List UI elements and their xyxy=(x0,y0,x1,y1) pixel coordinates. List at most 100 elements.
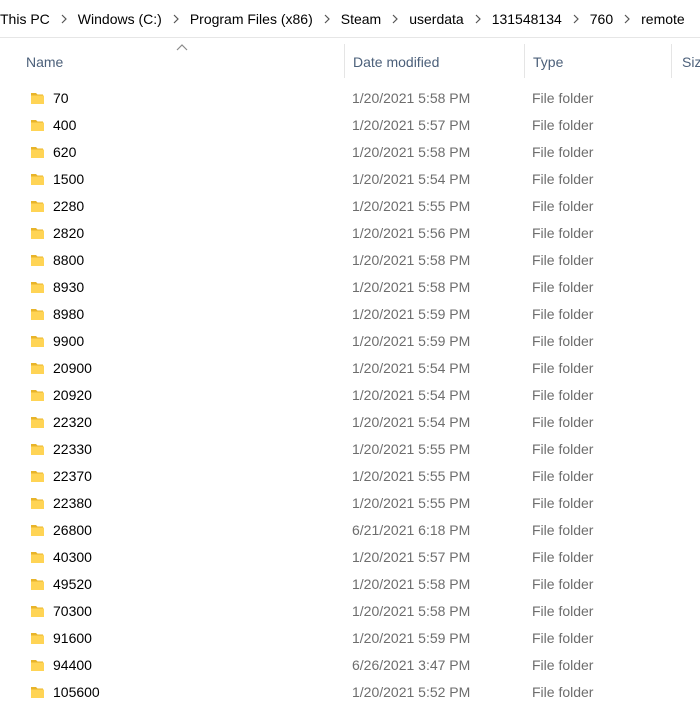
column-header-type-label: Type xyxy=(533,54,564,70)
file-row[interactable]: 8980 1/20/2021 5:59 PM File folder xyxy=(0,302,700,329)
file-row[interactable]: 22330 1/20/2021 5:55 PM File folder xyxy=(0,437,700,464)
file-row[interactable]: 8930 1/20/2021 5:58 PM File folder xyxy=(0,275,700,302)
file-date-modified: 1/20/2021 5:55 PM xyxy=(352,468,471,484)
folder-icon xyxy=(30,118,46,132)
file-row[interactable]: 22370 1/20/2021 5:55 PM File folder xyxy=(0,464,700,491)
file-date-modified: 1/20/2021 5:54 PM xyxy=(352,360,471,376)
column-header-date-label: Date modified xyxy=(353,54,440,70)
file-name: 49520 xyxy=(53,576,92,592)
file-row[interactable]: 94400 6/26/2021 3:47 PM File folder xyxy=(0,653,700,680)
file-row[interactable]: 1500 1/20/2021 5:54 PM File folder xyxy=(0,167,700,194)
file-row[interactable]: 22380 1/20/2021 5:55 PM File folder xyxy=(0,491,700,518)
breadcrumb-item[interactable]: This PC xyxy=(0,11,53,27)
breadcrumb-item[interactable]: 760 xyxy=(587,11,616,27)
file-name: 8930 xyxy=(53,279,85,295)
file-row[interactable]: 20920 1/20/2021 5:54 PM File folder xyxy=(0,383,700,410)
breadcrumb-item[interactable]: Steam xyxy=(338,11,384,27)
folder-icon xyxy=(30,145,46,159)
file-date-modified: 1/20/2021 5:55 PM xyxy=(352,198,471,214)
file-row[interactable]: 2820 1/20/2021 5:56 PM File folder xyxy=(0,221,700,248)
folder-icon xyxy=(30,496,46,510)
folder-icon xyxy=(30,361,46,375)
file-row[interactable]: 8800 1/20/2021 5:58 PM File folder xyxy=(0,248,700,275)
file-date-modified: 1/20/2021 5:56 PM xyxy=(352,225,471,241)
file-row[interactable]: 26800 6/21/2021 6:18 PM File folder xyxy=(0,518,700,545)
chevron-right-icon[interactable] xyxy=(467,14,489,24)
file-type: File folder xyxy=(532,630,594,646)
file-name: 620 xyxy=(53,144,77,160)
folder-icon xyxy=(30,91,46,105)
column-header-date-modified[interactable]: Date modified xyxy=(353,38,523,86)
file-name: 22370 xyxy=(53,468,92,484)
file-name: 400 xyxy=(53,117,77,133)
file-type: File folder xyxy=(532,90,594,106)
file-type: File folder xyxy=(532,225,594,241)
file-row[interactable]: 105600 1/20/2021 5:52 PM File folder xyxy=(0,680,700,707)
folder-icon xyxy=(30,469,46,483)
folder-icon xyxy=(30,442,46,456)
column-header-name-label: Name xyxy=(26,54,64,70)
file-name: 2820 xyxy=(53,225,85,241)
file-type: File folder xyxy=(532,144,594,160)
file-row[interactable]: 9900 1/20/2021 5:59 PM File folder xyxy=(0,329,700,356)
column-divider[interactable] xyxy=(524,44,525,78)
column-header-row: Name Date modified Type Siz xyxy=(0,38,700,86)
chevron-right-icon[interactable] xyxy=(616,14,638,24)
folder-icon xyxy=(30,253,46,267)
file-type: File folder xyxy=(532,522,594,538)
file-name: 70300 xyxy=(53,603,92,619)
file-type: File folder xyxy=(532,657,594,673)
chevron-right-icon[interactable] xyxy=(384,14,406,24)
chevron-right-icon[interactable] xyxy=(165,14,187,24)
file-type: File folder xyxy=(532,468,594,484)
breadcrumb-item[interactable]: remote xyxy=(638,11,688,27)
folder-icon xyxy=(30,226,46,240)
file-date-modified: 1/20/2021 5:58 PM xyxy=(352,144,471,160)
breadcrumb-item[interactable]: userdata xyxy=(406,11,466,27)
file-type: File folder xyxy=(532,171,594,187)
file-name: 26800 xyxy=(53,522,92,538)
file-date-modified: 1/20/2021 5:59 PM xyxy=(352,333,471,349)
file-row[interactable]: 70 1/20/2021 5:58 PM File folder xyxy=(0,86,700,113)
breadcrumb-item[interactable]: Windows (C:) xyxy=(75,11,165,27)
breadcrumb-item[interactable]: Program Files (x86) xyxy=(187,11,316,27)
file-row[interactable]: 400 1/20/2021 5:57 PM File folder xyxy=(0,113,700,140)
folder-icon xyxy=(30,307,46,321)
file-row[interactable]: 70300 1/20/2021 5:58 PM File folder xyxy=(0,599,700,626)
file-row[interactable]: 20900 1/20/2021 5:54 PM File folder xyxy=(0,356,700,383)
breadcrumb-item[interactable]: 131548134 xyxy=(489,11,565,27)
column-header-size[interactable]: Siz xyxy=(682,38,700,86)
file-row[interactable]: 22320 1/20/2021 5:54 PM File folder xyxy=(0,410,700,437)
chevron-right-icon[interactable] xyxy=(565,14,587,24)
file-name: 22380 xyxy=(53,495,92,511)
column-header-name[interactable]: Name xyxy=(26,38,344,86)
folder-icon xyxy=(30,334,46,348)
file-name: 22330 xyxy=(53,441,92,457)
column-header-type[interactable]: Type xyxy=(533,38,668,86)
file-type: File folder xyxy=(532,252,594,268)
file-row[interactable]: 91600 1/20/2021 5:59 PM File folder xyxy=(0,626,700,653)
column-header-size-label: Siz xyxy=(682,54,700,70)
file-type: File folder xyxy=(532,198,594,214)
folder-icon xyxy=(30,280,46,294)
file-row[interactable]: 40300 1/20/2021 5:57 PM File folder xyxy=(0,545,700,572)
column-divider[interactable] xyxy=(344,44,345,78)
file-row[interactable]: 620 1/20/2021 5:58 PM File folder xyxy=(0,140,700,167)
file-date-modified: 1/20/2021 5:57 PM xyxy=(352,117,471,133)
file-type: File folder xyxy=(532,306,594,322)
folder-icon xyxy=(30,631,46,645)
file-date-modified: 1/20/2021 5:59 PM xyxy=(352,630,471,646)
chevron-right-icon[interactable] xyxy=(53,14,75,24)
column-divider[interactable] xyxy=(671,44,672,78)
file-date-modified: 1/20/2021 5:59 PM xyxy=(352,306,471,322)
file-date-modified: 1/20/2021 5:54 PM xyxy=(352,171,471,187)
file-name: 2280 xyxy=(53,198,85,214)
file-name: 94400 xyxy=(53,657,92,673)
chevron-right-icon[interactable] xyxy=(316,14,338,24)
file-type: File folder xyxy=(532,684,594,700)
file-type: File folder xyxy=(532,333,594,349)
file-row[interactable]: 49520 1/20/2021 5:58 PM File folder xyxy=(0,572,700,599)
file-row[interactable]: 2280 1/20/2021 5:55 PM File folder xyxy=(0,194,700,221)
file-name: 91600 xyxy=(53,630,92,646)
file-date-modified: 1/20/2021 5:54 PM xyxy=(352,414,471,430)
